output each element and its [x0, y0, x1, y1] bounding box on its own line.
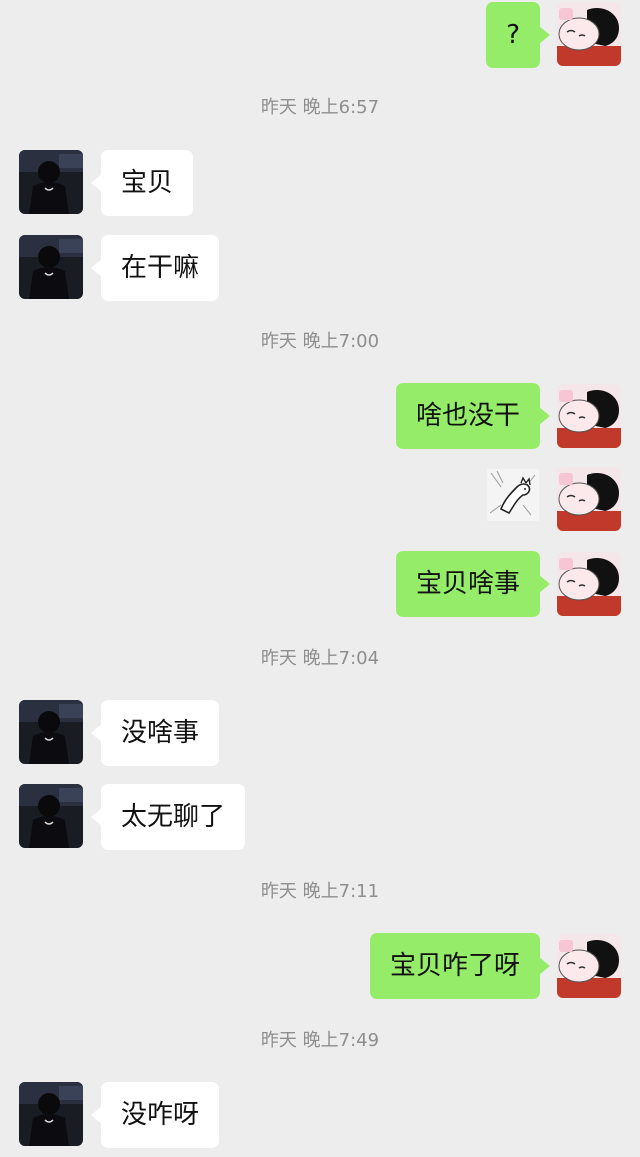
timestamp: 昨天 晚上7:00	[260, 331, 380, 352]
outgoing-message[interactable]: 啥也没干	[395, 383, 551, 449]
timestamp: 昨天 晚上7:04	[260, 648, 380, 669]
cat-sticker[interactable]	[487, 469, 539, 521]
my-avatar[interactable]	[557, 2, 621, 66]
timestamp: 昨天 晚上7:11	[260, 881, 380, 902]
outgoing-message[interactable]: 宝贝啥事	[395, 551, 551, 617]
incoming-message[interactable]: 没咋呀	[90, 1082, 220, 1148]
my-avatar[interactable]	[557, 384, 621, 448]
contact-avatar[interactable]	[19, 235, 83, 299]
outgoing-message[interactable]: ?	[486, 2, 550, 68]
timestamp: 昨天 晚上7:49	[260, 1030, 380, 1051]
contact-avatar[interactable]	[19, 700, 83, 764]
contact-avatar[interactable]	[19, 150, 83, 214]
incoming-message[interactable]: 没啥事	[90, 700, 220, 766]
incoming-message[interactable]: 宝贝	[90, 150, 194, 216]
my-avatar[interactable]	[557, 552, 621, 616]
my-avatar[interactable]	[557, 467, 621, 531]
timestamp: 昨天 晚上6:57	[260, 97, 380, 118]
my-avatar[interactable]	[557, 934, 621, 998]
incoming-message[interactable]: 在干嘛	[90, 235, 220, 301]
contact-avatar[interactable]	[19, 784, 83, 848]
contact-avatar[interactable]	[19, 1082, 83, 1146]
outgoing-message[interactable]: 宝贝咋了呀	[369, 933, 551, 999]
incoming-message[interactable]: 太无聊了	[90, 784, 246, 850]
